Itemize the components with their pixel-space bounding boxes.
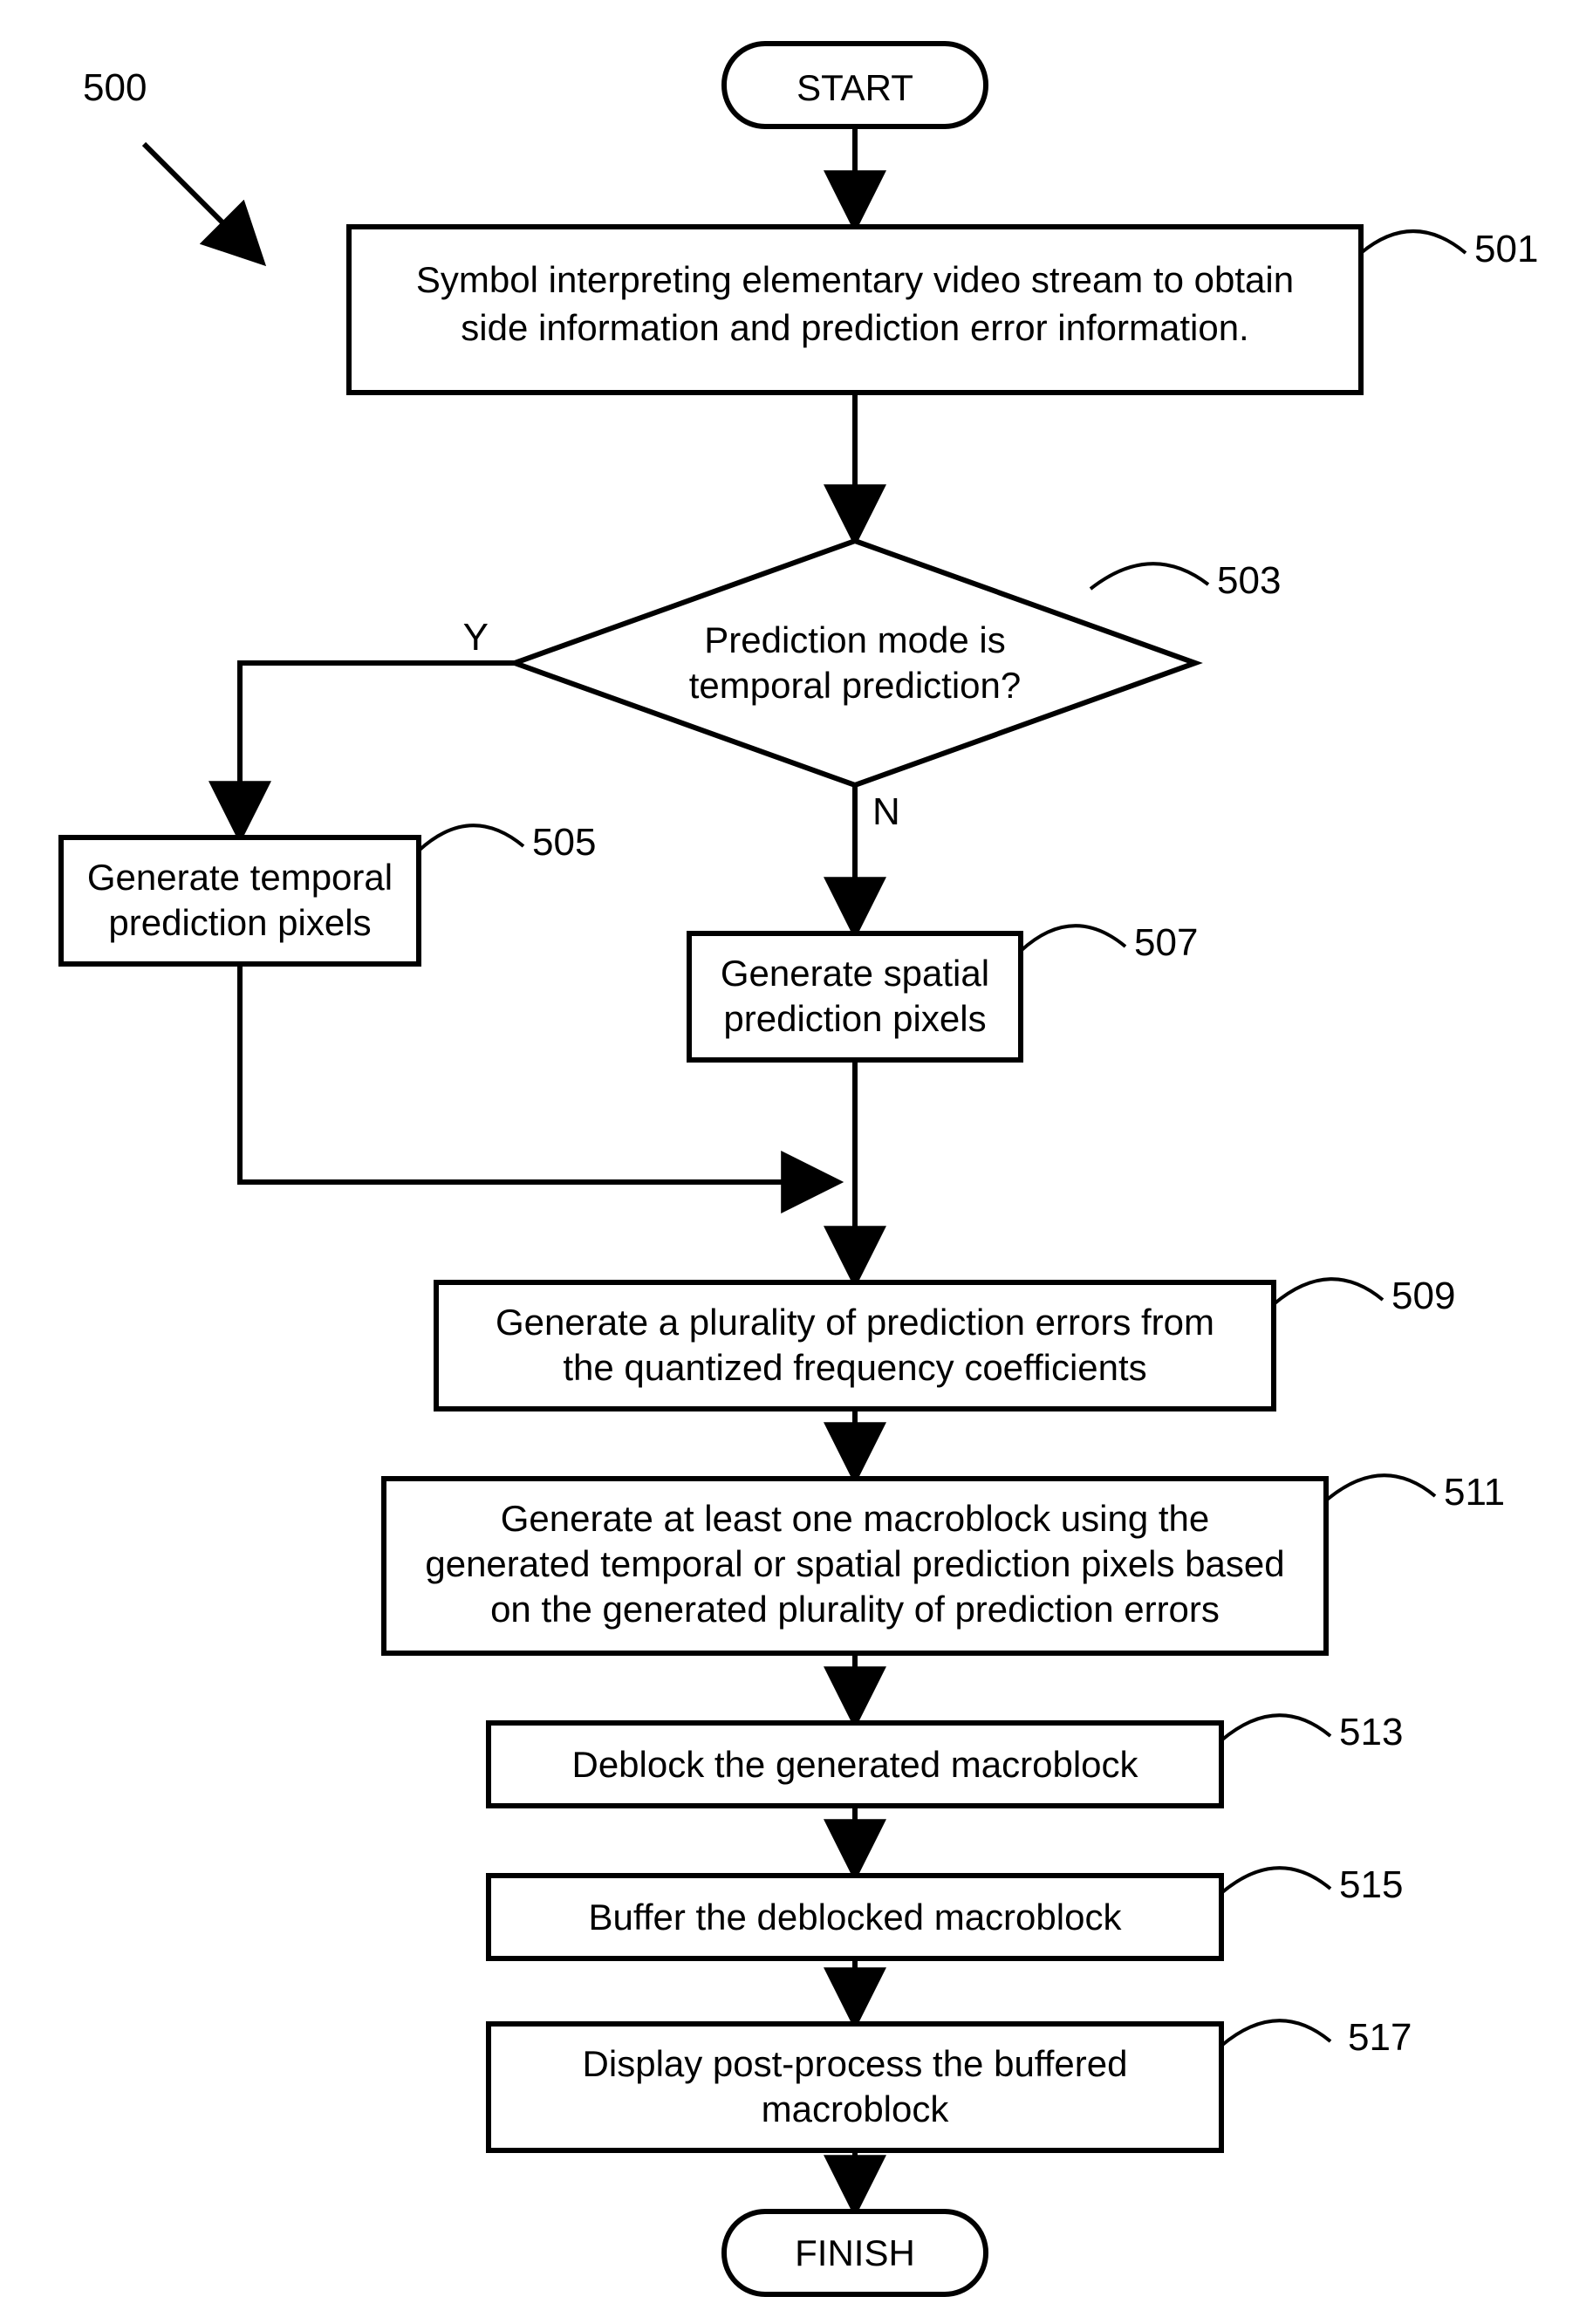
- node-503-line2: temporal prediction?: [689, 665, 1022, 706]
- callout-515: [1221, 1868, 1330, 1893]
- callout-505: [419, 825, 523, 851]
- node-505-line1: Generate temporal: [87, 857, 393, 898]
- ref-515: 515: [1339, 1863, 1403, 1906]
- node-509-line2: the quantized frequency coefficients: [563, 1347, 1146, 1388]
- ref-509: 509: [1391, 1275, 1455, 1317]
- node-511-line1: Generate at least one macroblock using t…: [501, 1498, 1209, 1539]
- node-505-line2: prediction pixels: [108, 902, 371, 943]
- ref-505: 505: [532, 821, 596, 864]
- figure-label-arrow: [144, 144, 262, 262]
- callout-513: [1221, 1715, 1330, 1740]
- branch-no-label: N: [872, 790, 900, 833]
- ref-501: 501: [1474, 228, 1538, 270]
- node-503: [515, 541, 1195, 785]
- ref-517: 517: [1348, 2016, 1412, 2059]
- node-513-line1: Deblock the generated macroblock: [571, 1744, 1138, 1785]
- callout-509: [1274, 1279, 1383, 1304]
- callout-511: [1326, 1475, 1435, 1500]
- ref-513: 513: [1339, 1711, 1403, 1753]
- node-501-line2: side information and prediction error in…: [461, 307, 1248, 348]
- start-label: START: [796, 67, 913, 108]
- node-501-line1: Symbol interpreting elementary video str…: [416, 259, 1294, 300]
- callout-517: [1221, 2020, 1330, 2046]
- node-503-line1: Prediction mode is: [704, 619, 1006, 660]
- callout-503: [1090, 564, 1208, 589]
- finish-label: FINISH: [795, 2232, 915, 2273]
- node-509-line1: Generate a plurality of prediction error…: [496, 1302, 1214, 1343]
- callout-507: [1021, 926, 1125, 951]
- node-511-line2: generated temporal or spatial prediction…: [425, 1543, 1284, 1584]
- node-507-line1: Generate spatial: [721, 953, 989, 994]
- ref-511: 511: [1444, 1471, 1505, 1514]
- ref-503: 503: [1217, 559, 1281, 602]
- callout-501: [1361, 231, 1466, 253]
- node-515-line1: Buffer the deblocked macroblock: [589, 1897, 1123, 1938]
- node-507-line2: prediction pixels: [723, 998, 986, 1039]
- node-517-line1: Display post-process the buffered: [583, 2043, 1128, 2084]
- ref-507: 507: [1134, 921, 1198, 964]
- node-511-line3: on the generated plurality of prediction…: [490, 1589, 1220, 1630]
- figure-label: 500: [83, 66, 147, 109]
- node-517-line2: macroblock: [762, 2088, 950, 2129]
- branch-yes-label: Y: [463, 616, 489, 659]
- flowchart-svg: 500 START Symbol interpreting elementary…: [0, 0, 1593, 2324]
- edge-503-505: [240, 663, 515, 837]
